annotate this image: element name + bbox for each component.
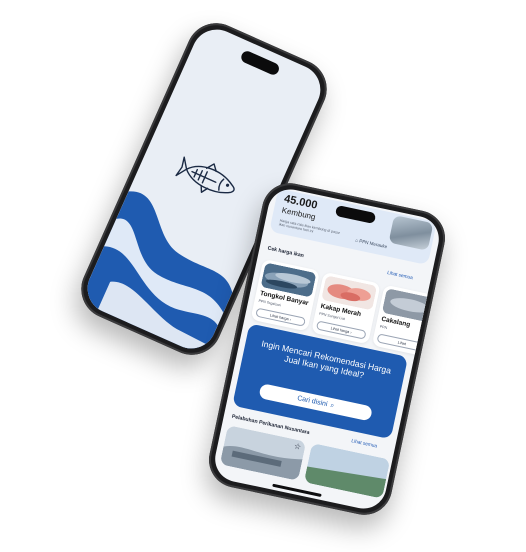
port-card[interactable] <box>303 442 391 499</box>
tuna-fish-icon <box>175 156 235 194</box>
fish-card-cakalang[interactable]: Cakalang PPN Lihat <box>371 284 442 358</box>
home-indicator <box>272 483 322 498</box>
port-card[interactable]: ☆ <box>219 425 307 481</box>
check-price-button[interactable]: Lihat harga › <box>255 307 306 327</box>
fish-see-all-link[interactable]: Lihat semua <box>387 271 414 281</box>
check-price-button[interactable]: Lihat harga › <box>315 320 367 340</box>
port-see-all-link[interactable]: Lihat semua <box>351 439 378 449</box>
check-price-button[interactable]: Lihat <box>376 333 428 353</box>
featured-location: ⌂ PPN Merauke <box>355 238 388 250</box>
fish-card-tongkol[interactable]: Tongkol Banyar PPN Tegalsari Lihat harga… <box>250 258 321 332</box>
featured-fish-image <box>388 215 434 251</box>
fish-location: PPN <box>379 324 388 330</box>
fish-card-kakap[interactable]: Kakap Merah PPN Sungai Liat Lihat harga … <box>311 271 381 345</box>
dynamic-island <box>239 49 281 77</box>
search-here-button[interactable]: Cari disini⌕ <box>258 383 373 422</box>
fish-section-title: Cek harga ikan <box>266 245 305 260</box>
search-button-label: Cari disini <box>296 394 329 409</box>
featured-location-label: PPN Merauke <box>358 238 388 250</box>
featured-note: Harga rata-rata ikan kembung di pasar ik… <box>278 218 341 236</box>
search-icon: ⌕ <box>329 401 335 410</box>
